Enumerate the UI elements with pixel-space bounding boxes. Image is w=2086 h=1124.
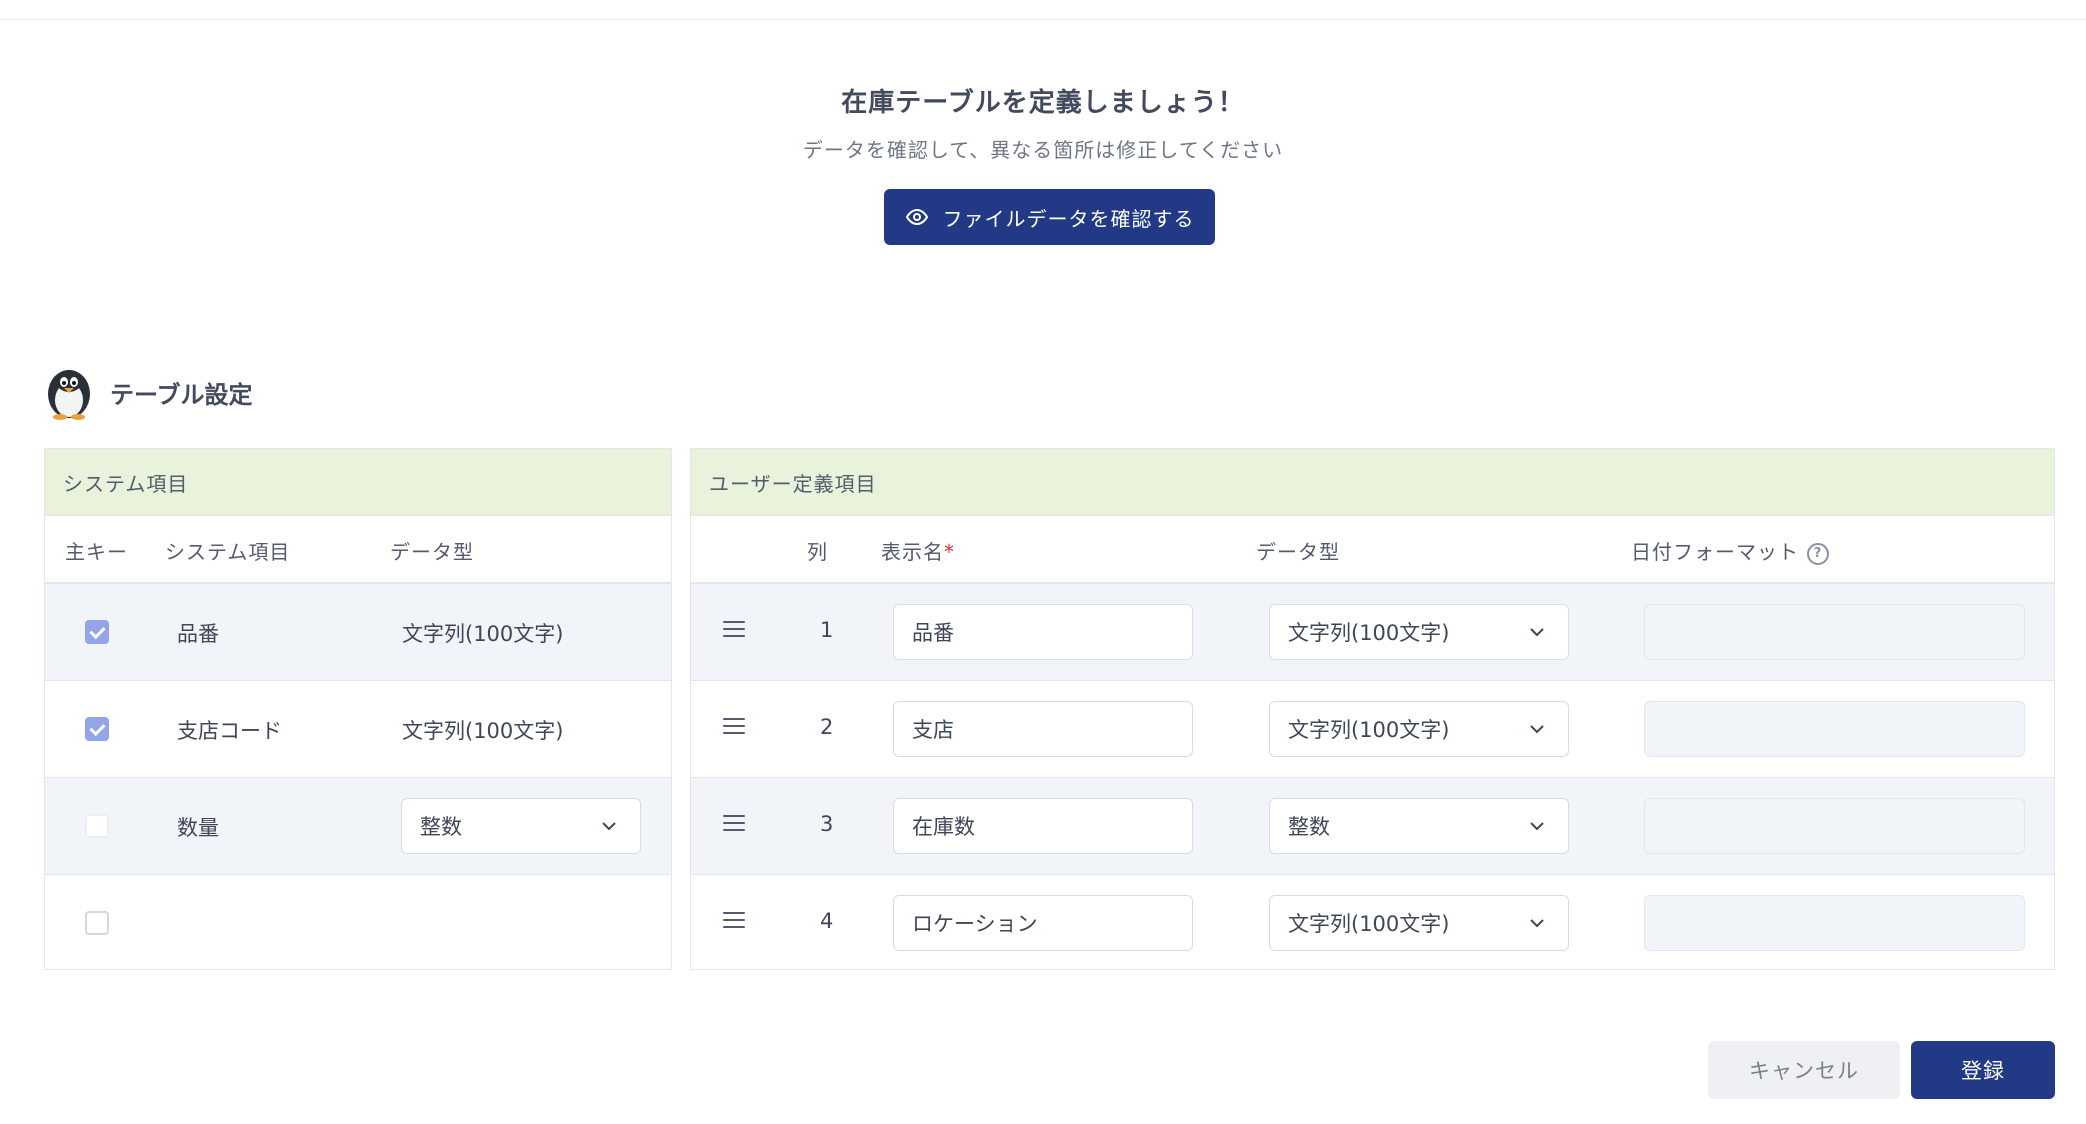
column-number: 1 <box>820 618 834 642</box>
system-fields-column-header: 主キー システム項目 データ型 <box>45 516 671 584</box>
col-primary-key: 主キー <box>65 540 128 564</box>
chevron-down-icon <box>1530 725 1544 734</box>
table-settings-title: テーブル設定 <box>110 381 253 409</box>
check-file-data-button[interactable]: ファイルデータを確認する <box>884 189 1215 245</box>
chevron-down-icon <box>602 822 616 831</box>
system-field-type: 文字列(100文字) <box>402 622 564 646</box>
page-title: 在庫テーブルを定義しましょう！ <box>841 88 1245 118</box>
required-mark: * <box>944 540 955 564</box>
data-type-select[interactable]: 文字列(100文字) <box>1269 604 1569 660</box>
date-format-input[interactable] <box>1644 701 2025 757</box>
col-data-type: データ型 <box>390 540 474 564</box>
data-type-value: 文字列(100文字) <box>1288 912 1450 936</box>
system-fields-panel: システム項目 主キー システム項目 データ型 品番 文字列(100文字) 支店コ… <box>44 448 672 970</box>
table-row: 1 品番 文字列(100文字) <box>691 584 2054 681</box>
system-field-type-select[interactable]: 整数 <box>401 798 641 854</box>
page-subtitle: データを確認して、異なる箇所は修正してください <box>802 138 1284 162</box>
drag-handle-icon[interactable] <box>723 815 745 833</box>
chevron-down-icon <box>1530 919 1544 928</box>
primary-key-checkbox[interactable] <box>85 814 109 838</box>
check-file-data-label: ファイルデータを確認する <box>942 206 1195 231</box>
system-field-name: 数量 <box>177 816 219 840</box>
col-date-format: 日付フォーマット? <box>1631 536 1829 565</box>
col-date-format-label: 日付フォーマット <box>1631 540 1799 564</box>
col-display-name-label: 表示名 <box>881 540 944 564</box>
display-name-input[interactable]: 品番 <box>893 604 1193 660</box>
system-field-type-value: 整数 <box>420 815 462 839</box>
col-column: 列 <box>807 540 828 564</box>
user-fields-column-header: 列 表示名* データ型 日付フォーマット? <box>691 516 2054 584</box>
display-name-input[interactable]: 支店 <box>893 701 1193 757</box>
submit-button[interactable]: 登録 <box>1911 1041 2055 1099</box>
data-type-value: 文字列(100文字) <box>1288 718 1450 742</box>
data-type-value: 文字列(100文字) <box>1288 621 1450 645</box>
drag-handle-icon[interactable] <box>723 621 745 639</box>
data-type-select[interactable]: 整数 <box>1269 798 1569 854</box>
eye-icon <box>905 208 928 226</box>
chevron-down-icon <box>1530 628 1544 637</box>
help-circle-icon[interactable]: ? <box>1807 542 1829 565</box>
display-name-input[interactable]: ロケーション <box>893 895 1193 951</box>
drag-handle-icon[interactable] <box>723 912 745 930</box>
cancel-button[interactable]: キャンセル <box>1708 1041 1900 1099</box>
table-row: 品番 文字列(100文字) <box>45 584 671 681</box>
drag-handle-icon[interactable] <box>723 718 745 736</box>
data-type-value: 整数 <box>1288 815 1330 839</box>
system-fields-header: システム項目 <box>45 449 671 516</box>
column-number: 3 <box>820 812 834 836</box>
top-divider <box>0 19 2086 20</box>
system-field-type: 文字列(100文字) <box>402 719 564 743</box>
table-row <box>45 875 671 971</box>
col-data-type: データ型 <box>1256 540 1340 564</box>
col-display-name: 表示名* <box>881 536 955 565</box>
table-row: 数量 整数 <box>45 778 671 875</box>
user-fields-header: ユーザー定義項目 <box>691 449 2054 516</box>
user-fields-panel: ユーザー定義項目 列 表示名* データ型 日付フォーマット? 1 品番 文字列(… <box>690 448 2055 970</box>
column-number: 2 <box>820 715 834 739</box>
table-row: 3 在庫数 整数 <box>691 778 2054 875</box>
date-format-input[interactable] <box>1644 798 2025 854</box>
col-system-field: システム項目 <box>165 540 291 564</box>
date-format-input[interactable] <box>1644 604 2025 660</box>
table-row: 4 ロケーション 文字列(100文字) <box>691 875 2054 971</box>
date-format-input[interactable] <box>1644 895 2025 951</box>
column-number: 4 <box>820 909 834 933</box>
penguin-icon <box>48 370 90 420</box>
table-row: 支店コード 文字列(100文字) <box>45 681 671 778</box>
display-name-input[interactable]: 在庫数 <box>893 798 1193 854</box>
data-type-select[interactable]: 文字列(100文字) <box>1269 701 1569 757</box>
system-field-name: 支店コード <box>177 719 282 743</box>
system-field-name: 品番 <box>177 622 219 646</box>
chevron-down-icon <box>1530 822 1544 831</box>
primary-key-checkbox[interactable] <box>85 717 109 741</box>
primary-key-checkbox[interactable] <box>85 911 109 935</box>
primary-key-checkbox[interactable] <box>85 620 109 644</box>
data-type-select[interactable]: 文字列(100文字) <box>1269 895 1569 951</box>
table-row: 2 支店 文字列(100文字) <box>691 681 2054 778</box>
